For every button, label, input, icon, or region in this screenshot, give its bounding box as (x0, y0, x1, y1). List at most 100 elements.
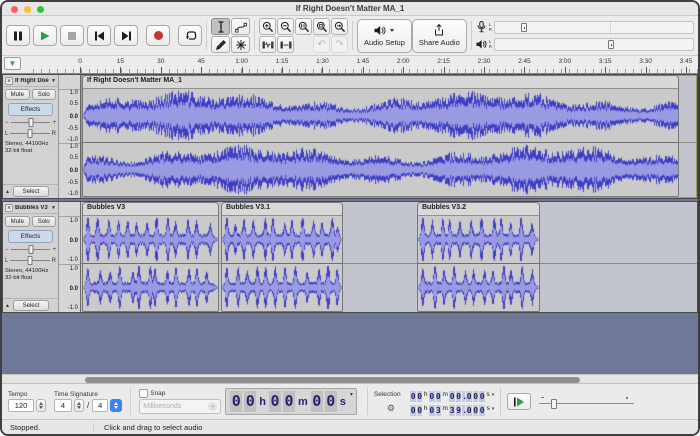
vertical-ruler[interactable]: 1.00.0-1.0 1.00.0-1.0 (59, 202, 81, 312)
pan-thumb[interactable] (28, 129, 33, 138)
vertical-ruler[interactable]: 1.00.50.0-0.5-1.0 1.00.50.0-0.5-1.0 (59, 75, 81, 198)
clip-title[interactable]: Bubbles V3.2 (418, 203, 539, 216)
collapse-track-icon[interactable]: ▲ (5, 189, 10, 195)
playback-speed-thumb[interactable] (551, 399, 557, 409)
track-title[interactable]: If Right Doesn (15, 78, 49, 84)
track-menu-caret-icon[interactable]: ▼ (51, 78, 56, 84)
time-signature-stepper[interactable] (74, 399, 84, 412)
snap-checkbox[interactable] (139, 389, 148, 398)
selection-end-display[interactable]: 00 h 03 m 39.000 s ▾ (410, 400, 494, 418)
tempo-stepper[interactable] (36, 399, 46, 412)
gain-thumb[interactable] (28, 118, 33, 127)
horizontal-scrollbar[interactable] (2, 374, 698, 384)
tempo-input[interactable]: 120 (8, 399, 34, 412)
draw-tool-button[interactable] (211, 36, 230, 53)
clip-title[interactable]: Bubbles V3 (83, 203, 218, 216)
select-button[interactable]: Select (13, 186, 49, 197)
waveform-canvas[interactable] (83, 143, 678, 196)
gain-slider[interactable] (11, 245, 51, 254)
loop-button[interactable] (178, 25, 202, 46)
selection-end-hours[interactable]: 00 (410, 400, 423, 418)
silence-audio-button[interactable] (277, 36, 294, 53)
stop-button[interactable] (60, 25, 84, 46)
pan-slider[interactable] (10, 129, 49, 138)
waveform-canvas[interactable] (83, 216, 218, 263)
zoom-in-button[interactable] (259, 18, 276, 35)
pan-slider[interactable] (10, 256, 49, 265)
waveform-canvas[interactable] (222, 264, 342, 311)
audio-clip[interactable]: Bubbles V3.1 (221, 202, 343, 312)
select-button[interactable]: Select (13, 300, 49, 311)
share-audio-button[interactable]: Share Audio (412, 19, 467, 53)
selection-format-caret-icon[interactable]: ▾ (492, 392, 495, 398)
playback-meter[interactable]: L R (476, 36, 694, 52)
audio-clip[interactable]: Bubbles V3 (82, 202, 219, 312)
track-content[interactable]: Bubbles V3 Bubbles V3.1 Bubbles V3.2 (81, 202, 697, 312)
waveform-canvas[interactable] (222, 216, 342, 263)
time-signature-numerator[interactable]: 4 (54, 399, 72, 412)
clip-title[interactable]: If Right Doesn't Matter MA_1 (83, 76, 678, 89)
horizontal-scrollbar-thumb[interactable] (85, 377, 580, 383)
selection-settings-gear-icon[interactable]: ⚙ (374, 403, 408, 414)
pause-button[interactable] (6, 25, 30, 46)
audio-position-display[interactable]: 00 h 00 m 00 s ▾ (225, 388, 357, 415)
solo-button[interactable]: Solo (32, 216, 57, 227)
recording-meter[interactable]: L R (476, 19, 694, 35)
gain-slider[interactable] (11, 118, 51, 127)
envelope-tool-button[interactable] (231, 18, 250, 35)
selection-tool-button[interactable] (211, 18, 230, 35)
recording-level-thumb[interactable] (521, 23, 527, 32)
audio-clip[interactable]: Bubbles V3.2 (417, 202, 540, 312)
playback-level-thumb[interactable] (608, 40, 614, 49)
time-signature-denominator[interactable]: 4 (92, 399, 108, 412)
selection-format-caret-icon[interactable]: ▾ (492, 406, 495, 412)
selection-end-minutes[interactable]: 03 (429, 400, 442, 418)
format-caret-icon[interactable]: ▾ (350, 391, 353, 398)
minimize-window-button[interactable] (24, 6, 31, 13)
skip-to-end-button[interactable] (114, 25, 138, 46)
waveform-canvas[interactable] (418, 216, 539, 263)
zoom-toggle-button[interactable] (331, 18, 348, 35)
mute-button[interactable]: Mute (5, 89, 30, 100)
record-button[interactable] (146, 25, 170, 46)
zoom-window-button[interactable] (37, 6, 44, 13)
undo-button[interactable]: ↶ (313, 36, 330, 53)
play-at-speed-button[interactable] (507, 393, 531, 410)
waveform-canvas[interactable] (83, 89, 678, 142)
play-button[interactable] (33, 25, 57, 46)
audio-setup-button[interactable]: Audio Setup (357, 19, 412, 53)
close-track-button[interactable]: × (5, 77, 13, 85)
timeline-options-button[interactable]: ▼ (4, 57, 21, 70)
solo-button[interactable]: Solo (32, 89, 57, 100)
position-hours[interactable]: 00 (229, 391, 257, 412)
playback-level-slider[interactable] (494, 38, 694, 51)
trim-audio-button[interactable] (259, 36, 276, 53)
redo-button[interactable]: ↷ (331, 36, 348, 53)
effects-button[interactable]: Effects (8, 103, 53, 116)
close-window-button[interactable] (11, 6, 18, 13)
playback-speed-slider[interactable] (539, 395, 634, 409)
skip-to-start-button[interactable] (87, 25, 111, 46)
track-menu-caret-icon[interactable]: ▼ (51, 205, 56, 211)
audio-clip[interactable]: If Right Doesn't Matter MA_1 (82, 75, 679, 197)
mute-button[interactable]: Mute (5, 216, 30, 227)
waveform-canvas[interactable] (418, 264, 539, 311)
snap-mode-dropdown[interactable]: Milliseconds ⌄ (139, 399, 221, 414)
fit-project-button[interactable] (313, 18, 330, 35)
collapse-track-icon[interactable]: ▲ (5, 303, 10, 309)
zoom-out-button[interactable] (277, 18, 294, 35)
track-title[interactable]: Bubbles V3 (15, 205, 49, 211)
position-minutes[interactable]: 00 (268, 391, 296, 412)
effects-button[interactable]: Effects (8, 230, 53, 243)
time-signature-denominator-dropdown[interactable] (110, 399, 122, 412)
selection-end-seconds[interactable]: 39.000 (449, 400, 486, 418)
clip-title[interactable]: Bubbles V3.1 (222, 203, 342, 216)
multi-tool-button[interactable] (231, 36, 250, 53)
pan-thumb[interactable] (28, 256, 33, 265)
position-seconds[interactable]: 00 (310, 391, 338, 412)
tracks-background[interactable]: × If Right Doesn ▼ Mute Solo Effects − +… (2, 74, 698, 374)
waveform-canvas[interactable] (83, 264, 218, 311)
gain-thumb[interactable] (28, 245, 33, 254)
fit-selection-button[interactable] (295, 18, 312, 35)
track-content[interactable]: If Right Doesn't Matter MA_1 (81, 75, 697, 198)
